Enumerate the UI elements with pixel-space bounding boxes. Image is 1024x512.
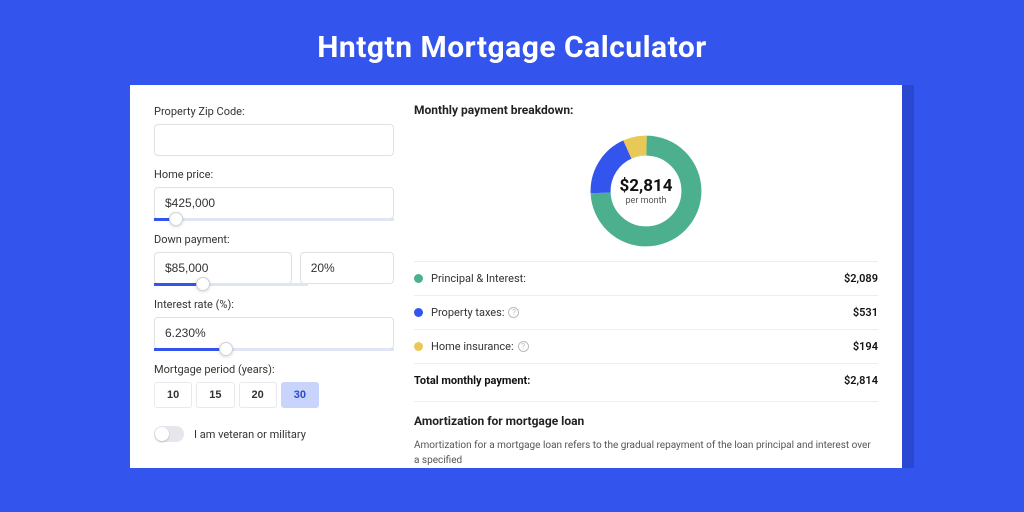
period-10[interactable]: 10 [154,382,192,408]
interest-label: Interest rate (%): [154,298,394,311]
down-payment-label: Down payment: [154,233,394,246]
legend-label: Home insurance: ? [431,340,853,353]
donut-sublabel: per month [620,196,673,206]
veteran-label: I am veteran or military [194,428,306,441]
dot-icon [414,308,423,317]
period-label: Mortgage period (years): [154,363,394,376]
slider-thumb[interactable] [196,277,210,291]
down-payment-slider[interactable] [154,283,308,286]
slider-thumb[interactable] [219,342,233,356]
legend-value: $531 [853,306,878,319]
legend-label: Property taxes: ? [431,306,853,319]
home-price-slider[interactable] [154,218,394,221]
period-group: 10 15 20 30 [154,382,394,408]
amortization-section: Amortization for mortgage loan Amortizat… [414,401,878,468]
home-price-input[interactable] [154,187,394,219]
card-shadow: Property Zip Code: Home price: Down paym… [130,85,914,468]
interest-input[interactable] [154,317,394,349]
period-15[interactable]: 15 [196,382,234,408]
info-icon[interactable]: ? [518,341,529,352]
dot-icon [414,274,423,283]
calculator-card: Property Zip Code: Home price: Down paym… [130,85,902,468]
amortization-title: Amortization for mortgage loan [414,414,878,428]
legend-row-principal: Principal & Interest: $2,089 [414,262,878,296]
zip-label: Property Zip Code: [154,105,394,118]
veteran-toggle[interactable] [154,426,184,442]
donut-chart: $2,814 per month [586,131,706,251]
interest-slider[interactable] [154,348,394,351]
legend-label: Principal & Interest: [431,272,844,285]
period-20[interactable]: 20 [239,382,277,408]
legend: Principal & Interest: $2,089 Property ta… [414,261,878,397]
total-value: $2,814 [844,374,878,387]
legend-row-total: Total monthly payment: $2,814 [414,364,878,397]
legend-row-taxes: Property taxes: ? $531 [414,296,878,330]
down-payment-amount-input[interactable] [154,252,292,284]
legend-value: $194 [853,340,878,353]
period-30[interactable]: 30 [281,382,319,408]
donut-amount: $2,814 [620,176,673,196]
dot-icon [414,342,423,351]
home-price-label: Home price: [154,168,394,181]
inputs-panel: Property Zip Code: Home price: Down paym… [154,97,394,468]
page-title: Hntgtn Mortgage Calculator [0,0,1024,85]
breakdown-title: Monthly payment breakdown: [414,103,878,117]
donut-chart-wrap: $2,814 per month [414,125,878,261]
slider-thumb[interactable] [169,212,183,226]
down-payment-pct-input[interactable] [300,252,394,284]
legend-value: $2,089 [844,272,878,285]
breakdown-panel: Monthly payment breakdown: $2,814 per mo… [414,97,878,468]
legend-row-insurance: Home insurance: ? $194 [414,330,878,364]
zip-input[interactable] [154,124,394,156]
total-label: Total monthly payment: [414,374,844,387]
info-icon[interactable]: ? [508,307,519,318]
amortization-body: Amortization for a mortgage loan refers … [414,438,878,468]
